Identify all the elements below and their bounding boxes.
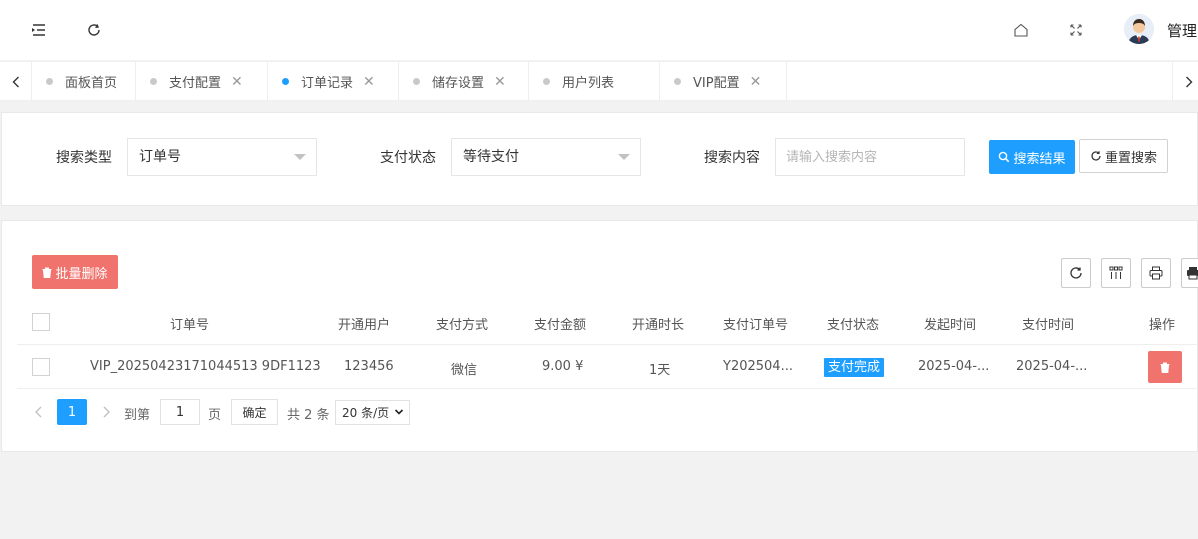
col-actions: 操作 (1149, 318, 1176, 333)
search-type-value: 订单号 (139, 149, 181, 165)
cell-paid-time: 2025-04-... (1016, 359, 1088, 374)
current-page[interactable]: 1 (57, 399, 87, 425)
avatar[interactable] (1124, 14, 1154, 44)
tab-dot-icon (674, 78, 681, 85)
pay-status-value: 等待支付 (463, 149, 519, 165)
cell-created-time: 2025-04-... (918, 359, 990, 374)
reset-button-label: 重置搜索 (1104, 150, 1157, 166)
tab-dot-icon (46, 78, 53, 85)
home-icon[interactable] (1005, 14, 1037, 46)
tab-dot-icon (150, 78, 157, 85)
col-created-time: 发起时间 (924, 318, 977, 333)
caret-down-icon (294, 154, 306, 160)
next-page-icon[interactable] (95, 399, 117, 425)
page-unit-label: 页 (208, 408, 222, 423)
cell-user: 123456 (344, 359, 394, 374)
refresh-icon (1070, 267, 1082, 279)
tabs-scroll-right-icon[interactable] (1172, 62, 1198, 101)
batch-delete-button[interactable]: 批量删除 (32, 255, 118, 289)
search-panel: 搜索类型 订单号 支付状态 等待支付 搜索内容 搜索结果 重置搜索 (1, 112, 1198, 206)
table-refresh-button[interactable] (1061, 258, 1091, 288)
menu-fold-icon[interactable] (23, 14, 55, 46)
col-paid-time: 支付时间 (1022, 318, 1075, 333)
goto-confirm-button[interactable]: 确定 (231, 399, 278, 425)
col-order-no: 订单号 (170, 318, 210, 333)
col-duration: 开通时长 (632, 318, 685, 333)
search-button[interactable]: 搜索结果 (989, 140, 1075, 174)
search-content-label: 搜索内容 (704, 150, 760, 166)
reset-button[interactable]: 重置搜索 (1079, 139, 1168, 173)
tab-label: 储存设置 (432, 76, 485, 91)
select-all-checkbox[interactable] (32, 313, 50, 331)
tab-dot-icon (282, 78, 289, 85)
col-pay-status: 支付状态 (827, 318, 880, 333)
export-icon (1187, 267, 1198, 280)
col-user: 开通用户 (338, 318, 391, 333)
tab-dashboard[interactable]: 面板首页 (32, 62, 136, 101)
col-pay-method: 支付方式 (436, 318, 489, 333)
pay-status-label: 支付状态 (380, 150, 436, 166)
refresh-icon[interactable] (78, 14, 110, 46)
table-header-divider (17, 344, 1198, 345)
goto-label: 到第 (124, 408, 151, 423)
search-type-select[interactable]: 订单号 (127, 138, 317, 176)
tab-storage-settings[interactable]: 储存设置 ✕ (399, 62, 529, 101)
export-button[interactable] (1181, 258, 1198, 288)
tab-label: 订单记录 (301, 76, 354, 91)
row-delete-button[interactable] (1148, 351, 1182, 383)
tab-label: VIP配置 (693, 76, 740, 91)
print-button[interactable] (1141, 258, 1171, 288)
search-icon (999, 151, 1010, 163)
pay-status-select[interactable]: 等待支付 (451, 138, 641, 176)
user-name[interactable]: 管理 (1167, 20, 1197, 41)
search-button-label: 搜索结果 (1013, 151, 1066, 167)
close-icon[interactable]: ✕ (363, 74, 375, 90)
cell-order-no: VIP_20250423171044513 9DF1123 (90, 359, 321, 374)
goto-page-input[interactable] (160, 399, 200, 425)
cell-pay-order-no: Y202504... (723, 359, 793, 374)
tab-label: 支付配置 (169, 76, 222, 91)
status-badge: 支付完成 (824, 358, 885, 377)
tab-dot-icon (413, 78, 420, 85)
fullscreen-icon[interactable] (1060, 14, 1092, 46)
columns-icon (1109, 266, 1123, 279)
top-header: 管理 (0, 0, 1198, 60)
search-type-label: 搜索类型 (56, 150, 112, 166)
column-filter-button[interactable] (1101, 258, 1131, 288)
trash-icon (1160, 362, 1170, 373)
caret-down-icon (618, 154, 630, 160)
tab-user-list[interactable]: 用户列表 (529, 62, 660, 101)
tab-order-records[interactable]: 订单记录 ✕ (268, 62, 399, 101)
tab-bar: 面板首页 支付配置 ✕ 订单记录 ✕ 储存设置 ✕ 用户列表 VIP配置 ✕ (0, 61, 1198, 101)
tab-dot-icon (543, 78, 550, 85)
table-panel: 批量删除 订单号 开通用户 支付方式 支付金额 开通时长 支付订单号 支付状态 … (1, 220, 1198, 452)
tabs-scroll-left-icon[interactable] (0, 62, 32, 101)
close-icon[interactable]: ✕ (231, 74, 243, 90)
search-input[interactable] (775, 138, 965, 176)
refresh-icon (1091, 151, 1101, 161)
tab-label: 用户列表 (562, 76, 615, 91)
total-count: 共 2 条 (287, 408, 330, 423)
print-icon (1149, 266, 1163, 280)
col-pay-order-no: 支付订单号 (723, 318, 789, 333)
tab-pay-config[interactable]: 支付配置 ✕ (136, 62, 268, 101)
cell-amount: 9.00 ¥ (542, 359, 584, 374)
tab-vip-config[interactable]: VIP配置 ✕ (660, 62, 787, 101)
row-checkbox[interactable] (32, 358, 50, 376)
cell-duration: 1天 (649, 363, 671, 378)
batch-delete-label: 批量删除 (55, 266, 108, 282)
page-size-select[interactable]: 20 条/页 (335, 400, 410, 425)
table-row-divider (17, 388, 1198, 389)
close-icon[interactable]: ✕ (494, 74, 506, 90)
col-amount: 支付金额 (534, 318, 587, 333)
cell-pay-method: 微信 (451, 363, 478, 378)
page-size-value: 20 条/页 (342, 406, 390, 420)
tab-label: 面板首页 (65, 76, 118, 91)
close-icon[interactable]: ✕ (750, 74, 762, 90)
trash-icon (42, 267, 52, 278)
prev-page-icon[interactable] (27, 399, 49, 425)
chevron-down-icon (394, 409, 404, 415)
